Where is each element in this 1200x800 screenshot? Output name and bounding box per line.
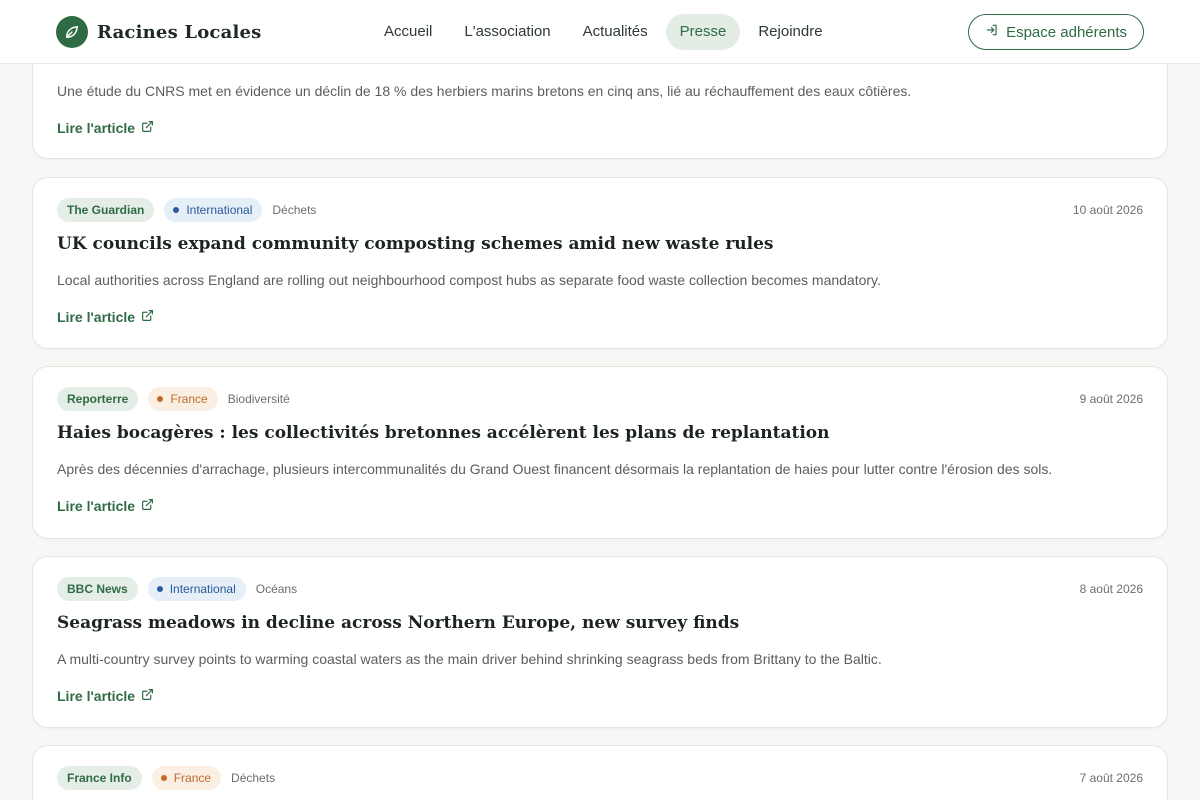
external-link-icon — [141, 309, 154, 325]
external-link-icon — [141, 498, 154, 514]
nav-item-accueil[interactable]: Accueil — [370, 14, 446, 50]
region-label: France — [170, 392, 208, 406]
brand[interactable]: Racines Locales — [56, 16, 261, 48]
read-article-label: Lire l'article — [57, 120, 136, 136]
read-article-label: Lire l'article — [57, 309, 136, 325]
read-article-link[interactable]: Lire l'article — [57, 309, 154, 325]
category-label: Océans — [255, 582, 298, 596]
nav-item-association[interactable]: L'association — [450, 14, 564, 50]
dot-icon — [160, 775, 167, 781]
region-badge[interactable]: France — [151, 766, 222, 790]
category-label: Biodiversité — [227, 392, 290, 406]
region-badge[interactable]: International — [164, 198, 263, 222]
region-badge[interactable]: France — [148, 387, 218, 411]
read-article-link[interactable]: Lire l'article — [57, 120, 154, 136]
category-label: Déchets — [231, 771, 276, 785]
article-title[interactable]: Haies bocagères : les collectivités bret… — [57, 423, 1143, 443]
read-article-label: Lire l'article — [57, 688, 136, 704]
member-area-label: Espace adhérents — [1006, 23, 1127, 41]
article-meta: Reporterre France Biodiversité 9 août 20… — [57, 387, 1143, 411]
dot-icon — [157, 396, 164, 402]
region-label: International — [186, 203, 253, 217]
read-article-label: Lire l'article — [57, 498, 136, 514]
nav-item-presse[interactable]: Presse — [665, 14, 741, 50]
article-date: 9 août 2026 — [1079, 392, 1143, 406]
source-badge[interactable]: Reporterre — [57, 387, 139, 411]
article-summary: Une étude du CNRS met en évidence un déc… — [57, 83, 912, 99]
article-title[interactable]: Seagrass meadows in decline across North… — [57, 613, 1143, 633]
member-area-button[interactable]: Espace adhérents — [968, 14, 1144, 50]
article-card: France Info France Déchets 7 août 2026 — [32, 745, 1168, 800]
region-badge[interactable]: International — [147, 577, 246, 601]
article-card: The Guardian International Déchets 10 ao… — [32, 177, 1168, 349]
article-card: BBC News International Océans 8 août 202… — [32, 556, 1168, 728]
external-link-icon — [141, 120, 154, 136]
category-label: Déchets — [272, 203, 317, 217]
source-badge[interactable]: The Guardian — [57, 198, 155, 222]
article-summary: Local authorities across England are rol… — [57, 272, 881, 288]
read-article-link[interactable]: Lire l'article — [57, 688, 154, 704]
external-link-icon — [141, 688, 154, 704]
nav-item-rejoindre[interactable]: Rejoindre — [744, 14, 836, 50]
article-date: 8 août 2026 — [1079, 582, 1143, 596]
source-badge[interactable]: BBC News — [57, 577, 138, 601]
article-card: Reporterre France Biodiversité 9 août 20… — [32, 366, 1168, 539]
read-article-link[interactable]: Lire l'article — [57, 498, 154, 514]
nav-item-actualites[interactable]: Actualités — [569, 14, 662, 50]
dot-icon — [156, 586, 163, 592]
login-icon — [985, 23, 999, 41]
article-summary: Après des décennies d'arrachage, plusieu… — [57, 461, 1053, 477]
article-title[interactable]: UK councils expand community composting … — [57, 234, 1143, 254]
main-nav: Accueil L'association Actualités Presse … — [370, 14, 837, 50]
site-header: Racines Locales Accueil L'association Ac… — [0, 0, 1200, 64]
article-meta: The Guardian International Déchets 10 ao… — [57, 198, 1143, 222]
article-meta: BBC News International Océans 8 août 202… — [57, 577, 1143, 601]
article-date: 10 août 2026 — [1072, 203, 1143, 217]
brand-name: Racines Locales — [97, 21, 262, 43]
dot-icon — [173, 207, 180, 213]
region-label: International — [169, 582, 236, 596]
leaf-icon — [56, 16, 88, 48]
article-meta: France Info France Déchets 7 août 2026 — [57, 766, 1143, 790]
article-summary: A multi-country survey points to warming… — [57, 651, 882, 667]
source-badge[interactable]: France Info — [57, 766, 142, 790]
region-label: France — [173, 771, 212, 785]
article-date: 7 août 2026 — [1079, 771, 1143, 785]
